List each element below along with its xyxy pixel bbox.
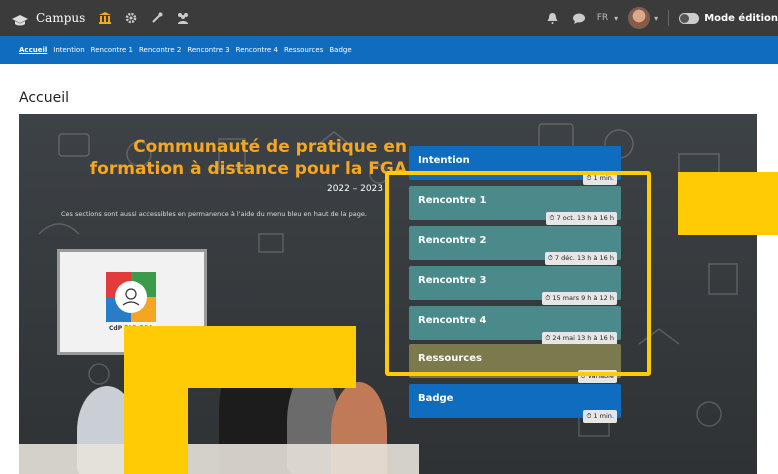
- users-icon[interactable]: [175, 10, 191, 26]
- hero-title-line2: formation à distance pour la FGA: [89, 159, 407, 179]
- bank-icon[interactable]: [97, 10, 113, 26]
- chat-icon[interactable]: [571, 10, 587, 26]
- yellow-block-left-bar: [124, 388, 188, 474]
- nav-ressources[interactable]: Ressources: [284, 46, 323, 54]
- chevron-down-icon[interactable]: ▾: [614, 14, 618, 23]
- nav-intention[interactable]: Intention: [53, 46, 84, 54]
- bell-icon[interactable]: [545, 10, 561, 26]
- page-title: Accueil: [19, 90, 69, 106]
- yellow-block-left-top: [124, 326, 356, 388]
- graduation-cap-icon: [12, 12, 28, 26]
- brand-link[interactable]: Campus: [12, 11, 97, 26]
- hero-year: 2022 – 2023: [326, 184, 383, 194]
- top-navbar: Campus FR ▾ ▾ Mode édition: [0, 0, 778, 36]
- card-label: Badge: [418, 393, 454, 404]
- nav-rencontre-2[interactable]: Rencontre 2: [139, 46, 181, 54]
- section-nav: Accueil Intention Rencontre 1 Rencontre …: [0, 36, 778, 64]
- table-surface: [19, 444, 419, 474]
- nav-rencontre-3[interactable]: Rencontre 3: [187, 46, 229, 54]
- nav-rencontre-4[interactable]: Rencontre 4: [236, 46, 278, 54]
- hero-title-line1: Communauté de pratique en: [133, 137, 407, 157]
- brand-name: Campus: [36, 11, 86, 25]
- divider: [668, 10, 670, 26]
- yellow-block-right: [678, 172, 778, 235]
- language-selector[interactable]: FR: [597, 13, 608, 23]
- gear-icon[interactable]: [123, 10, 139, 26]
- nav-accueil[interactable]: Accueil: [19, 46, 47, 54]
- card-label: Intention: [418, 155, 470, 166]
- nav-badge[interactable]: Badge: [329, 46, 351, 54]
- hero-caption: Ces sections sont aussi accessibles en p…: [61, 210, 367, 218]
- user-menu-chevron-icon[interactable]: ▾: [654, 14, 658, 23]
- nav-rencontre-1[interactable]: Rencontre 1: [91, 46, 133, 54]
- hero-title: Communauté de pratique en formation à di…: [90, 136, 407, 180]
- wrench-icon[interactable]: [149, 10, 165, 26]
- highlight-frame: [385, 171, 651, 376]
- edit-mode-label: Mode édition: [704, 12, 778, 24]
- duration-badge: ⏱ 1 min.: [583, 410, 617, 423]
- avatar[interactable]: [628, 7, 651, 29]
- card-badge[interactable]: Badge ⏱ 1 min.: [409, 384, 621, 423]
- edit-mode-toggle[interactable]: [679, 12, 700, 24]
- cdp-fad-logo: CdP FAD FGA: [106, 272, 156, 332]
